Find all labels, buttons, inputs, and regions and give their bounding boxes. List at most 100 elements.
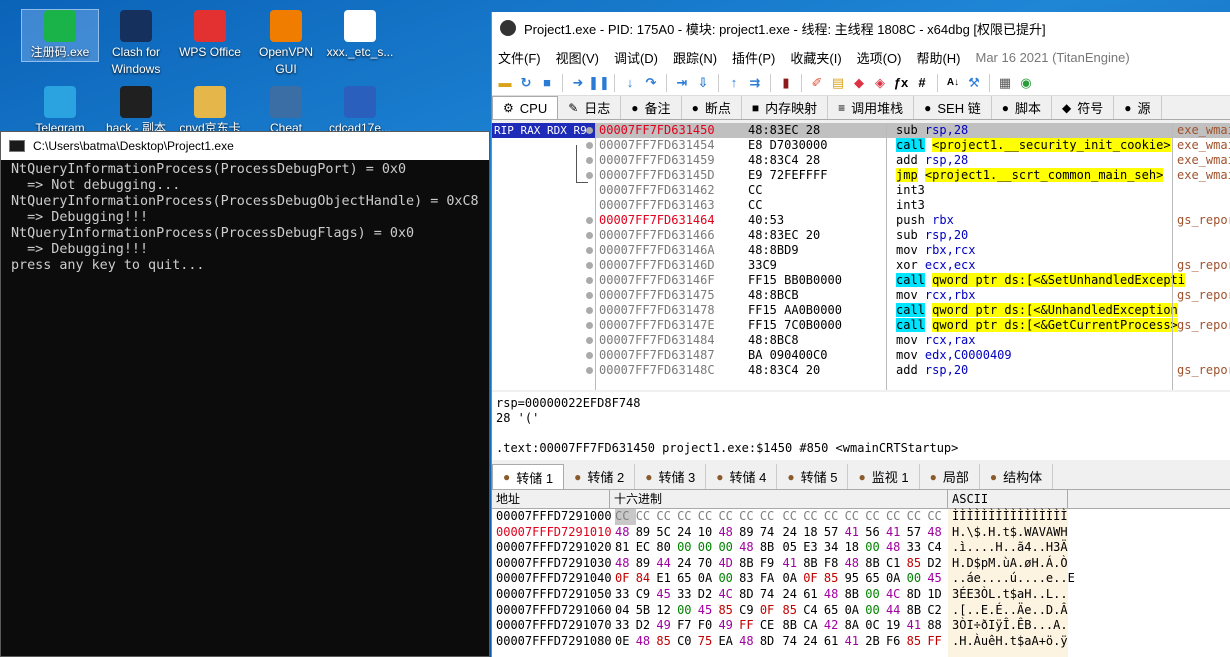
console-titlebar[interactable]: C:\Users\batma\Desktop\Project1.exe bbox=[1, 132, 489, 160]
dump-row[interactable]: 00007FFFD7291020 81 EC 80 00 00 00 48 8B 05 E3 34 18… bbox=[492, 540, 1230, 556]
disasm-row[interactable]: 00007FF7FD631484 48:8BC8 mov rcx,rax bbox=[586, 333, 1230, 348]
function-icon[interactable]: ƒx bbox=[892, 74, 910, 92]
breakpoint-dot[interactable] bbox=[586, 172, 593, 179]
desktop-icon[interactable]: hack - 副本 bbox=[98, 86, 174, 137]
dump-tab[interactable]: ● 转储 4 bbox=[706, 464, 778, 489]
tab-item[interactable]: ■ 内存映射 bbox=[742, 96, 829, 119]
menu-item[interactable]: 跟踪(N) bbox=[673, 48, 717, 67]
run-to-user-code-icon[interactable]: ⇉ bbox=[746, 74, 764, 92]
tab-item[interactable]: ● SEH 链 bbox=[914, 96, 992, 119]
tab-item[interactable]: ● 源 bbox=[1114, 96, 1162, 119]
execute-till-return-icon[interactable]: ↑ bbox=[725, 74, 743, 92]
disasm-row[interactable]: 00007FF7FD631462 CC int3 bbox=[596, 183, 1230, 198]
trace-into-icon[interactable]: ⇥ bbox=[673, 74, 691, 92]
tab-item[interactable]: ● 断点 bbox=[682, 96, 742, 119]
dump-row[interactable]: 00007FFFD7291030 48 89 44 24 70 4D 8B F9 41 8B F8 48… bbox=[492, 556, 1230, 572]
tab-item[interactable]: ≡ 调用堆栈 bbox=[828, 96, 915, 119]
close-icon[interactable]: ■ bbox=[538, 74, 556, 92]
breakpoint-dot[interactable] bbox=[586, 352, 593, 359]
breakpoint-dot[interactable] bbox=[586, 142, 593, 149]
desktop-icon[interactable]: cnvd京东卡 bbox=[172, 86, 248, 137]
breakpoint-dot[interactable] bbox=[586, 232, 593, 239]
disasm-row[interactable]: 00007FF7FD63145D E9 72FEFFFF jmp <project1… bbox=[586, 168, 1230, 183]
desktop-icon[interactable]: cdcad17e... bbox=[322, 86, 398, 137]
tab-item[interactable]: ✎ 日志 bbox=[558, 96, 622, 119]
dump-header-hex[interactable]: 十六进制 bbox=[610, 490, 948, 508]
comment-icon[interactable]: ▤ bbox=[829, 74, 847, 92]
breakpoint-dot[interactable] bbox=[586, 307, 593, 314]
breakpoint-dot[interactable] bbox=[586, 157, 593, 164]
desktop-icon[interactable]: OpenVPN GUI bbox=[248, 10, 324, 78]
dump-row[interactable]: 00007FFFD7291080 0E 48 85 C0 75 EA 48 8D 74 24 61 41… bbox=[492, 634, 1230, 650]
tab-item[interactable]: ● 脚本 bbox=[992, 96, 1052, 119]
tab-item[interactable]: ◆ 符号 bbox=[1052, 96, 1115, 119]
pause-icon[interactable]: ❚❚ bbox=[588, 74, 610, 92]
menu-item[interactable]: 帮助(H) bbox=[916, 48, 960, 67]
breakpoint-dot[interactable] bbox=[586, 247, 593, 254]
disasm-row[interactable]: 00007FF7FD631463 CC int3 bbox=[596, 198, 1230, 213]
tab-cpu[interactable]: ⚙ CPU bbox=[492, 96, 559, 119]
breakpoint-dot[interactable] bbox=[586, 292, 593, 299]
menu-item[interactable]: 视图(V) bbox=[556, 48, 599, 67]
trace-over-icon[interactable]: ⇩ bbox=[694, 74, 712, 92]
dump-tab[interactable]: ● 转储 3 bbox=[635, 464, 707, 489]
restart-icon[interactable]: ↻ bbox=[517, 74, 535, 92]
desktop-icon[interactable]: WPS Office bbox=[172, 10, 248, 61]
disasm-row[interactable]: 00007FF7FD631487 BA 090400C0 mov edx,C0000… bbox=[586, 348, 1230, 363]
disasm-row[interactable]: 00007FF7FD63146D 33C9 xor ecx,ecx gs_repor bbox=[586, 258, 1230, 273]
open-icon[interactable]: ▬ bbox=[496, 74, 514, 92]
disasm-row[interactable]: 00007FF7FD631459 48:83C4 28 add rsp,28 exe_… bbox=[586, 153, 1230, 168]
menu-item[interactable]: 插件(P) bbox=[732, 48, 775, 67]
dump-tab[interactable]: ● 局部 bbox=[920, 464, 980, 489]
disasm-row[interactable]: 00007FF7FD631464 40:53 push rbx gs_repor bbox=[586, 213, 1230, 228]
settings-icon[interactable]: ⚒ bbox=[965, 74, 983, 92]
breakpoint-dot[interactable] bbox=[586, 322, 593, 329]
dump-tab[interactable]: ● 监视 1 bbox=[848, 464, 920, 489]
dump-view[interactable]: 地址 十六进制 ASCII 00007FFFD7291000 CC CC CC CC CC… bbox=[492, 490, 1230, 657]
script-icon[interactable]: ▮ bbox=[777, 74, 795, 92]
calculator-icon[interactable]: ▦ bbox=[996, 74, 1014, 92]
breakpoint-dot[interactable] bbox=[586, 217, 593, 224]
breakpoint-dot[interactable] bbox=[586, 262, 593, 269]
breakpoint-dot[interactable] bbox=[586, 277, 593, 284]
dump-header-ascii[interactable]: ASCII bbox=[948, 490, 1068, 508]
font-icon[interactable]: A↓ bbox=[944, 74, 962, 92]
run-icon[interactable]: ➜ bbox=[569, 74, 587, 92]
dump-row[interactable]: 00007FFFD7291010 48 89 5C 24 10 48 89 74 24 18 57 41… bbox=[492, 525, 1230, 541]
patch-icon[interactable]: ✐ bbox=[808, 74, 826, 92]
dbg-titlebar[interactable]: Project1.exe - PID: 175A0 - 模块: project1… bbox=[492, 12, 1230, 44]
disasm-row[interactable]: 00007FF7FD631475 48:8BCB mov rcx,rbx gs_rep… bbox=[586, 288, 1230, 303]
disasm-row[interactable]: 00007FF7FD63148C 48:83C4 20 add rsp,20 gs_r… bbox=[586, 363, 1230, 378]
dump-row[interactable]: 00007FFFD7291050 33 C9 45 33 D2 4C 8D 74 24 61 48 8B… bbox=[492, 587, 1230, 603]
desktop-icon[interactable]: Telegram bbox=[22, 86, 98, 137]
disasm-row[interactable]: 00007FF7FD631466 48:83EC 20 sub rsp,20 bbox=[586, 228, 1230, 243]
dump-row[interactable]: 00007FFFD7291000 CC CC CC CC CC CC CC CC CC CC CC CC… bbox=[492, 509, 1230, 525]
menu-item[interactable]: 收藏夹(I) bbox=[790, 48, 841, 67]
tab-item[interactable]: ● 备注 bbox=[621, 96, 682, 119]
dump-tab[interactable]: ● 结构体 bbox=[980, 464, 1054, 489]
globe-icon[interactable]: ◉ bbox=[1017, 74, 1035, 92]
x64dbg-window[interactable]: Project1.exe - PID: 175A0 - 模块: project1… bbox=[491, 12, 1230, 657]
breakpoint-dot[interactable] bbox=[586, 367, 593, 374]
menu-item[interactable]: 选项(O) bbox=[857, 48, 902, 67]
desktop-icon[interactable]: 注册码.exe bbox=[21, 9, 99, 62]
label-icon[interactable]: ◆ bbox=[850, 74, 868, 92]
menu-item[interactable]: 文件(F) bbox=[498, 48, 541, 67]
disasm-row[interactable]: 00007FF7FD63146F FF15 BB0B0000 call qword … bbox=[586, 273, 1230, 288]
desktop-icon[interactable]: Cheat bbox=[248, 86, 324, 137]
step-over-icon[interactable]: ↷ bbox=[642, 74, 660, 92]
dump-row[interactable]: 00007FFFD7291040 0F 84 E1 65 0A 00 83 FA 0A 0F 85 95… bbox=[492, 571, 1230, 587]
step-into-icon[interactable]: ↓ bbox=[621, 74, 639, 92]
disasm-row[interactable]: 00007FF7FD63147E FF15 7C0B0000 call qword … bbox=[586, 318, 1230, 333]
dump-header-address[interactable]: 地址 bbox=[492, 490, 610, 508]
menu-item[interactable]: 调试(D) bbox=[614, 48, 658, 67]
dump-tab[interactable]: ● 转储 1 bbox=[492, 464, 565, 489]
disasm-row[interactable]: 00007FF7FD631478 FF15 AA0B0000 call qword … bbox=[586, 303, 1230, 318]
dump-tab[interactable]: ● 转储 5 bbox=[777, 464, 849, 489]
dump-row[interactable]: 00007FFFD7291070 33 D2 49 F7 F0 49 FF CE 8B CA 42 8A… bbox=[492, 618, 1230, 634]
breakpoint-dot[interactable] bbox=[586, 127, 593, 134]
disasm-row[interactable]: 00007FF7FD631450 48:83EC 28 sub rsp,28 exe_… bbox=[586, 123, 1230, 138]
hash-icon[interactable]: # bbox=[913, 74, 931, 92]
bookmark-icon[interactable]: ◈ bbox=[871, 74, 889, 92]
dump-row[interactable]: 00007FFFD7291060 04 5B 12 00 45 85 C9 0F 85 C4 65 0A… bbox=[492, 603, 1230, 619]
